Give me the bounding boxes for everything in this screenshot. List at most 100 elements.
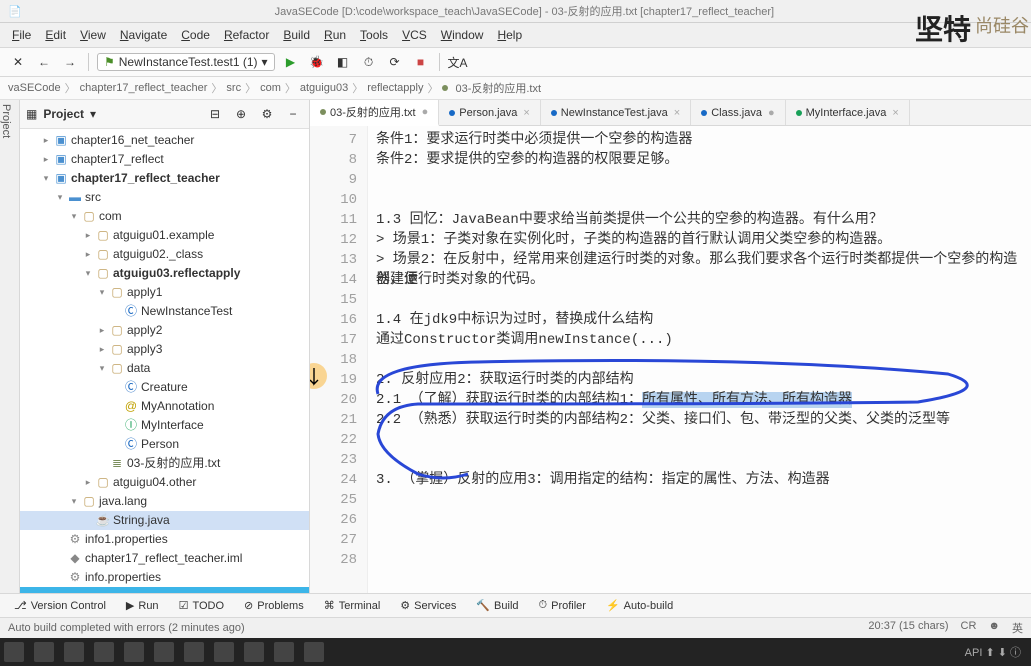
tree-node[interactable]: ◆chapter17_reflect_teacher.iml [20, 549, 309, 568]
run-icon[interactable]: ▶ [281, 52, 301, 72]
code-line[interactable]: 条件2：要求提供的空参的构造器的权限要足够。 [376, 150, 1023, 170]
stop-icon[interactable]: ■ [411, 52, 431, 72]
menu-vcs[interactable]: VCS [396, 26, 433, 44]
tree-node[interactable]: ▸▢atguigu01.example [20, 226, 309, 245]
code-line[interactable] [376, 170, 1023, 190]
tree-node[interactable]: ▾▢data [20, 359, 309, 378]
breadcrumb-segment[interactable]: src [226, 82, 241, 94]
code-content[interactable]: 条件1：要求运行时类中必须提供一个空参的构造器条件2：要求提供的空参的构造器的权… [368, 126, 1031, 593]
tree-node[interactable]: ⒾMyInterface [20, 416, 309, 435]
close-tab-icon[interactable]: × [892, 107, 898, 119]
tree-node[interactable]: @MyAnnotation [20, 397, 309, 416]
code-line[interactable] [376, 290, 1023, 310]
tool-tab-todo[interactable]: ☑TODO [171, 597, 232, 614]
menu-tools[interactable]: Tools [354, 26, 394, 44]
select-open-icon[interactable]: ⊕ [231, 104, 251, 124]
project-tree[interactable]: ▸▣chapter16_net_teacher▸▣chapter17_refle… [20, 129, 309, 593]
close-tab-icon[interactable]: ● [422, 106, 429, 118]
code-line[interactable] [376, 430, 1023, 450]
code-line[interactable] [376, 190, 1023, 210]
tree-node[interactable]: ⒸNewInstanceTest [20, 302, 309, 321]
code-line[interactable]: 2.1 （了解）获取运行时类的内部结构1：所有属性、所有方法、所有构造器 [376, 390, 1023, 410]
run-config-select[interactable]: ⚑ NewInstanceTest.test1 (1) ▾ [97, 53, 275, 71]
app7-icon[interactable] [274, 642, 294, 662]
breadcrumb-segment[interactable]: atguigu03 [300, 82, 348, 94]
tool-tab-services[interactable]: ⚙Services [392, 597, 464, 614]
menu-refactor[interactable]: Refactor [218, 26, 275, 44]
ime-indicator[interactable]: 英 [1012, 620, 1023, 636]
menu-view[interactable]: View [74, 26, 112, 44]
tree-node[interactable]: ⒸCreature [20, 378, 309, 397]
app6-icon[interactable] [244, 642, 264, 662]
breadcrumb-segment[interactable]: vaSECode [8, 82, 61, 94]
coverage-icon[interactable]: ◧ [333, 52, 353, 72]
app5-icon[interactable] [214, 642, 234, 662]
tree-node[interactable]: ▸▢apply3 [20, 340, 309, 359]
close-tab-icon[interactable]: × [674, 107, 680, 119]
code-line[interactable] [376, 510, 1023, 530]
code-line[interactable]: 3. （掌握）反射的应用3：调用指定的结构：指定的属性、方法、构造器 [376, 470, 1023, 490]
menu-edit[interactable]: Edit [39, 26, 72, 44]
editor-tab[interactable]: MyInterface.java× [786, 100, 910, 125]
tray-area[interactable]: API ⬆ ⬇ ⓘ [965, 644, 1021, 660]
collapse-icon[interactable]: ⊟ [205, 104, 225, 124]
search-icon[interactable] [34, 642, 54, 662]
code-line[interactable]: > 场景2：在反射中，经常用来创建运行时类的对象。那么我们要求各个运行时类都提供… [376, 250, 1023, 270]
menu-build[interactable]: Build [277, 26, 316, 44]
editor-tab[interactable]: NewInstanceTest.java× [541, 100, 691, 125]
code-line[interactable]: > 场景1：子类对象在实例化时，子类的构造器的首行默认调用父类空参的构造器。 [376, 230, 1023, 250]
tool-tab-terminal[interactable]: ⌘Terminal [316, 597, 389, 614]
attach-icon[interactable]: ⟳ [385, 52, 405, 72]
app1-icon[interactable] [94, 642, 114, 662]
breadcrumb-segment[interactable]: 03-反射的应用.txt [455, 80, 541, 96]
os-taskbar[interactable]: API ⬆ ⬇ ⓘ [0, 638, 1031, 666]
tree-node[interactable]: ☕String.java [20, 511, 309, 530]
line-ending[interactable]: CR [961, 620, 977, 636]
debug-icon[interactable]: 🐞 [307, 52, 327, 72]
tree-node[interactable]: ▾▢java.lang [20, 492, 309, 511]
start-icon[interactable] [4, 642, 24, 662]
app2-icon[interactable] [124, 642, 144, 662]
code-line[interactable] [376, 450, 1023, 470]
tool-tab-build[interactable]: 🔨Build [468, 597, 526, 614]
tree-node[interactable]: ▾▢apply1 [20, 283, 309, 302]
menu-code[interactable]: Code [175, 26, 216, 44]
tree-node[interactable]: ▾▢com [20, 207, 309, 226]
code-line[interactable]: 1.3 回忆：JavaBean中要求给当前类提供一个公共的空参的构造器。有什么用… [376, 210, 1023, 230]
tree-node[interactable]: ▸▢apply2 [20, 321, 309, 340]
tree-node[interactable]: ▾▬src [20, 188, 309, 207]
code-line[interactable]: 条件1：要求运行时类中必须提供一个空参的构造器 [376, 130, 1023, 150]
tree-node[interactable]: ▸▢atguigu02._class [20, 245, 309, 264]
tool-tab-auto-build[interactable]: ⚡Auto-build [598, 597, 681, 614]
tool-tab-profiler[interactable]: ⏱Profiler [531, 597, 594, 614]
menu-window[interactable]: Window [435, 26, 490, 44]
tree-node[interactable]: ⚙info.properties [20, 568, 309, 587]
code-line[interactable] [376, 350, 1023, 370]
code-line[interactable]: 2. 反射应用2：获取运行时类的内部结构 [376, 370, 1023, 390]
breadcrumb-segment[interactable]: chapter17_reflect_teacher [80, 82, 208, 94]
code-line[interactable] [376, 550, 1023, 570]
tree-node[interactable]: ▾▢atguigu03.reflectapply [20, 264, 309, 283]
tree-node[interactable]: ▾▣chapter17_reflect_teacher [20, 169, 309, 188]
settings-icon[interactable]: ⚙ [257, 104, 277, 124]
tree-node[interactable]: ▸▣chapter16_net_teacher [20, 131, 309, 150]
code-line[interactable] [376, 530, 1023, 550]
taskview-icon[interactable] [64, 642, 84, 662]
tree-node[interactable]: ⒸPerson [20, 435, 309, 454]
text-editor[interactable]: 7891011121314151617181920212223242526272… [310, 126, 1031, 593]
tree-node[interactable]: ≣03-反射的应用.txt [20, 454, 309, 473]
hide-icon[interactable]: − [283, 104, 303, 124]
profiler-icon[interactable]: ⏱ [359, 52, 379, 72]
editor-tab[interactable]: 03-反射的应用.txt● [310, 100, 439, 126]
menu-file[interactable]: File [6, 26, 37, 44]
breadcrumb-segment[interactable]: com [260, 82, 281, 94]
tree-node[interactable]: ▸▢atguigu04.other [20, 473, 309, 492]
code-line[interactable] [376, 490, 1023, 510]
editor-tab[interactable]: Person.java× [439, 100, 541, 125]
left-toolbar[interactable]: Project [0, 100, 20, 593]
caret-position[interactable]: 20:37 (15 chars) [868, 620, 948, 636]
app3-icon[interactable] [154, 642, 174, 662]
tool-tab-version-control[interactable]: ⎇Version Control [6, 597, 114, 614]
forward-icon[interactable]: → [60, 52, 80, 72]
code-line[interactable]: 2.2 （熟悉）获取运行时类的内部结构2：父类、接口们、包、带泛型的父类、父类的… [376, 410, 1023, 430]
